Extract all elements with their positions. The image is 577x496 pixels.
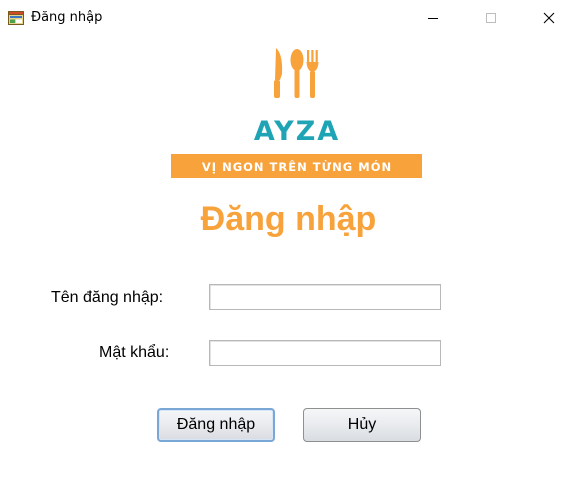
ayza-logo: AYZA VỊ NGON TRÊN TỪNG MÓN bbox=[171, 48, 422, 178]
page-title: Đăng nhập bbox=[200, 200, 377, 238]
close-button[interactable] bbox=[526, 0, 572, 36]
brand-name: AYZA bbox=[254, 116, 340, 147]
app-icon bbox=[8, 11, 24, 25]
close-icon bbox=[543, 12, 555, 24]
login-button[interactable]: Đăng nhập bbox=[157, 408, 275, 442]
minimize-button[interactable] bbox=[410, 0, 456, 36]
cancel-button[interactable]: Hủy bbox=[303, 408, 421, 442]
spoon-icon bbox=[290, 49, 304, 98]
window-title: Đăng nhập bbox=[31, 10, 103, 25]
password-input[interactable] bbox=[209, 340, 441, 366]
fork-icon bbox=[306, 50, 319, 98]
title-bar: Đăng nhập bbox=[0, 0, 577, 36]
knife-icon bbox=[274, 48, 283, 98]
password-label: Mật khẩu: bbox=[99, 344, 170, 361]
username-label: Tên đăng nhập: bbox=[51, 289, 164, 306]
maximize-button[interactable] bbox=[468, 0, 514, 36]
minimize-icon bbox=[428, 18, 438, 19]
maximize-icon bbox=[486, 13, 496, 23]
tagline: VỊ NGON TRÊN TỪNG MÓN bbox=[202, 159, 392, 174]
username-input[interactable] bbox=[209, 284, 441, 310]
